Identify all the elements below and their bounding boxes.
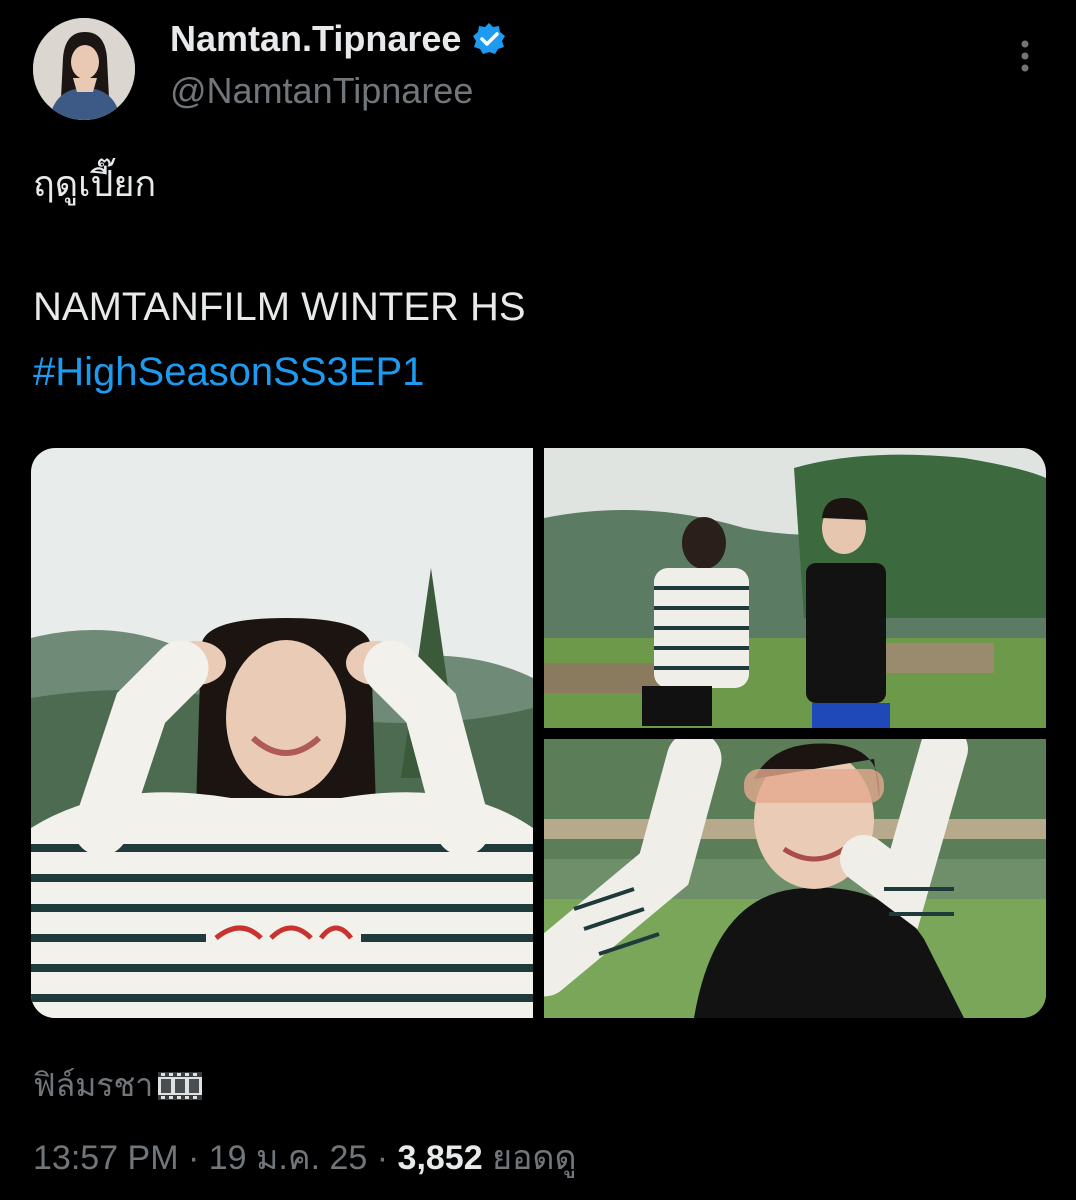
photo-1-image — [31, 448, 533, 1018]
avatar-image — [33, 18, 135, 120]
author-handle[interactable]: @NamtanTipnaree — [170, 70, 473, 112]
photo-1[interactable] — [31, 448, 533, 1018]
author-name-row[interactable]: Namtan.Tipnaree — [170, 18, 507, 60]
tweet-meta: 13:57 PM · 19 ม.ค. 25 · 3,852 ยอดดู — [33, 1130, 577, 1184]
view-label: ยอดดู — [482, 1139, 577, 1177]
tweet-subline: ฟิล์มรชา — [33, 1060, 203, 1111]
meta-separator: · — [367, 1139, 398, 1177]
media-grid — [31, 448, 1046, 1018]
view-count[interactable]: 3,852 — [398, 1139, 483, 1177]
photo-2-image — [544, 448, 1046, 728]
more-vertical-icon — [1021, 40, 1029, 72]
photo-3-image — [544, 739, 1046, 1018]
tweet-date[interactable]: 19 ม.ค. 25 — [209, 1139, 368, 1177]
subline-text: ฟิล์มรชา — [33, 1067, 154, 1103]
photo-2[interactable] — [544, 448, 1046, 728]
author-display-name[interactable]: Namtan.Tipnaree — [170, 18, 461, 60]
tweet-text-caption: NAMTANFILM WINTER HS — [33, 285, 526, 329]
tweet-text-line: ฤดูเปี๊ยก — [33, 163, 157, 204]
avatar[interactable] — [33, 18, 135, 120]
more-options-button[interactable] — [1012, 38, 1038, 74]
meta-separator: · — [178, 1139, 209, 1177]
film-strip-icon — [157, 1070, 203, 1102]
tweet-time[interactable]: 13:57 PM — [33, 1139, 179, 1177]
hashtag-link[interactable]: #HighSeasonSS3EP1 — [33, 350, 424, 395]
verified-badge-icon — [471, 21, 507, 57]
photo-3[interactable] — [544, 739, 1046, 1018]
